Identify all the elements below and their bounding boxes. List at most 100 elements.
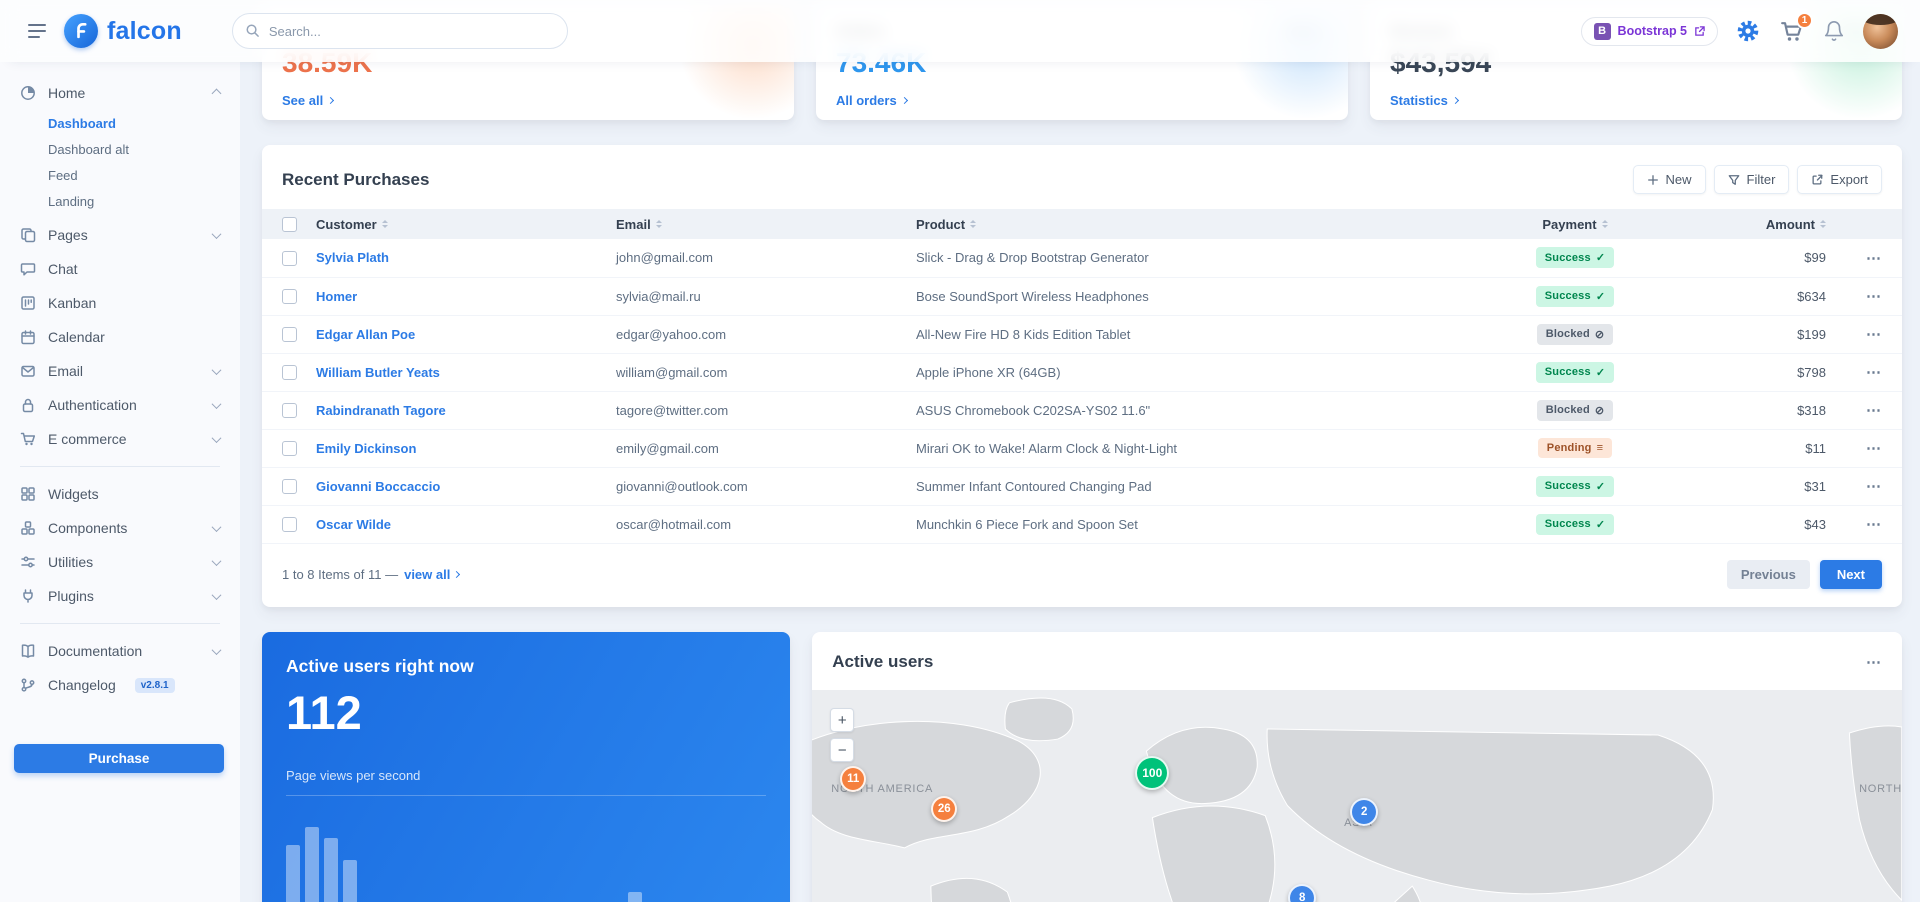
sidebar-item-components[interactable]: Components: [20, 511, 224, 545]
purchase-button[interactable]: Purchase: [14, 744, 224, 773]
menu-toggle-icon[interactable]: [24, 20, 50, 42]
customer-link[interactable]: Giovanni Boccaccio: [316, 479, 440, 494]
widgets-grid-icon: [20, 486, 37, 502]
previous-button[interactable]: Previous: [1727, 560, 1810, 589]
customer-link[interactable]: Oscar Wilde: [316, 517, 391, 532]
product-cell: Mirari OK to Wake! Alarm Clock & Night-L…: [908, 429, 1450, 467]
column-header-amount[interactable]: Amount: [1766, 217, 1815, 232]
sidebar-item-email[interactable]: Email: [20, 354, 224, 388]
map-marker[interactable]: 100: [1135, 756, 1169, 790]
bootstrap-version-badge[interactable]: B Bootstrap 5: [1581, 17, 1718, 46]
row-checkbox[interactable]: [282, 251, 297, 266]
new-button[interactable]: New: [1633, 165, 1706, 194]
row-checkbox[interactable]: [282, 327, 297, 342]
chevron-down-icon: [212, 399, 222, 409]
sort-icon[interactable]: [382, 220, 388, 228]
row-menu-icon[interactable]: ⋯: [1866, 363, 1882, 381]
sidebar-item-authentication[interactable]: Authentication: [20, 388, 224, 422]
filter-button[interactable]: Filter: [1714, 165, 1790, 194]
sidebar-item-dashboard[interactable]: Dashboard: [48, 110, 224, 136]
chat-bubble-icon: [20, 261, 37, 277]
zoom-out-button[interactable]: −: [830, 738, 854, 762]
sidebar-item-chat[interactable]: Chat: [20, 252, 224, 286]
sidebar-item-home[interactable]: Home: [20, 76, 224, 110]
row-checkbox[interactable]: [282, 517, 297, 532]
column-header-payment[interactable]: Payment: [1542, 217, 1596, 232]
row-menu-icon[interactable]: ⋯: [1866, 401, 1882, 419]
row-menu-icon[interactable]: ⋯: [1866, 439, 1882, 457]
row-checkbox[interactable]: [282, 403, 297, 418]
status-icon: ⊘: [1595, 328, 1604, 341]
sort-icon[interactable]: [970, 220, 976, 228]
row-menu-icon[interactable]: ⋯: [1866, 477, 1882, 495]
world-map[interactable]: + − NORTH AMERICA ASIA NORTH AMERICA 11 …: [812, 690, 1902, 902]
chevron-right-icon: [453, 570, 460, 577]
sidebar-item-pages[interactable]: Pages: [20, 218, 224, 252]
sidebar-item-kanban[interactable]: Kanban: [20, 286, 224, 320]
row-menu-icon[interactable]: ⋯: [1866, 325, 1882, 343]
column-header-customer[interactable]: Customer: [316, 217, 377, 232]
product-cell: Summer Infant Contoured Changing Pad: [908, 467, 1450, 505]
customer-link[interactable]: Homer: [316, 289, 357, 304]
column-header-product[interactable]: Product: [916, 217, 965, 232]
top-navbar: falcon B Bootstrap 5 1: [0, 0, 1920, 62]
table-row: Rabindranath Tagore tagore@twitter.com A…: [262, 391, 1902, 429]
sidebar-item-feed[interactable]: Feed: [48, 162, 224, 188]
row-menu-icon[interactable]: ⋯: [1866, 287, 1882, 305]
chart-bar: [286, 845, 300, 902]
sidebar-item-plugins[interactable]: Plugins: [20, 579, 224, 613]
filter-funnel-icon: [1728, 174, 1740, 186]
statistics-link[interactable]: Statistics: [1390, 93, 1882, 108]
pagination-summary: 1 to 8 Items of 11 —: [282, 567, 398, 582]
sort-icon[interactable]: [1602, 220, 1608, 228]
chevron-down-icon: [212, 365, 222, 375]
see-all-link[interactable]: See all: [282, 93, 774, 108]
envelope-icon: [20, 363, 37, 379]
customer-link[interactable]: Rabindranath Tagore: [316, 403, 446, 418]
row-checkbox[interactable]: [282, 365, 297, 380]
user-avatar[interactable]: [1863, 14, 1898, 49]
row-checkbox[interactable]: [282, 289, 297, 304]
sidebar-item-changelog[interactable]: Changelog v2.8.1: [20, 668, 224, 702]
column-header-email[interactable]: Email: [616, 217, 651, 232]
customer-link[interactable]: William Butler Yeats: [316, 365, 440, 380]
row-checkbox[interactable]: [282, 441, 297, 456]
row-checkbox[interactable]: [282, 479, 297, 494]
email-cell: sylvia@mail.ru: [608, 277, 908, 315]
sidebar-item-dashboard-alt[interactable]: Dashboard alt: [48, 136, 224, 162]
pageviews-chart: [286, 810, 766, 902]
sidebar-item-utilities[interactable]: Utilities: [20, 545, 224, 579]
lock-icon: [20, 397, 37, 413]
chart-bar: [628, 892, 642, 902]
status-icon: ✓: [1596, 518, 1605, 531]
sidebar-item-calendar[interactable]: Calendar: [20, 320, 224, 354]
bootstrap-icon: B: [1594, 23, 1611, 40]
sort-icon[interactable]: [656, 220, 662, 228]
card-menu-icon[interactable]: ⋯: [1866, 653, 1882, 671]
sidebar-item-landing[interactable]: Landing: [48, 188, 224, 214]
settings-gear-icon[interactable]: [1734, 17, 1762, 45]
customer-link[interactable]: Edgar Allan Poe: [316, 327, 415, 342]
row-menu-icon[interactable]: ⋯: [1866, 515, 1882, 533]
view-all-link[interactable]: view all: [404, 567, 459, 582]
sidebar-item-ecommerce[interactable]: E commerce: [20, 422, 224, 456]
search-box: [232, 13, 568, 49]
sort-icon[interactable]: [1820, 220, 1826, 228]
notifications-bell-icon[interactable]: [1821, 18, 1847, 44]
sidebar: Home Dashboard Dashboard alt Feed Landin…: [0, 62, 240, 902]
table-row: William Butler Yeats william@gmail.com A…: [262, 353, 1902, 391]
customer-link[interactable]: Emily Dickinson: [316, 441, 416, 456]
row-menu-icon[interactable]: ⋯: [1866, 249, 1882, 267]
next-button[interactable]: Next: [1820, 560, 1882, 589]
customer-link[interactable]: Sylvia Plath: [316, 250, 389, 265]
zoom-in-button[interactable]: +: [830, 708, 854, 732]
all-orders-link[interactable]: All orders: [836, 93, 1328, 108]
sidebar-item-documentation[interactable]: Documentation: [20, 634, 224, 668]
brand-logo[interactable]: falcon: [64, 14, 182, 48]
export-button[interactable]: Export: [1797, 165, 1882, 194]
cart-icon[interactable]: 1: [1778, 18, 1805, 45]
search-input[interactable]: [232, 13, 568, 49]
version-badge: v2.8.1: [135, 678, 175, 693]
sidebar-item-widgets[interactable]: Widgets: [20, 477, 224, 511]
select-all-checkbox[interactable]: [282, 217, 297, 232]
